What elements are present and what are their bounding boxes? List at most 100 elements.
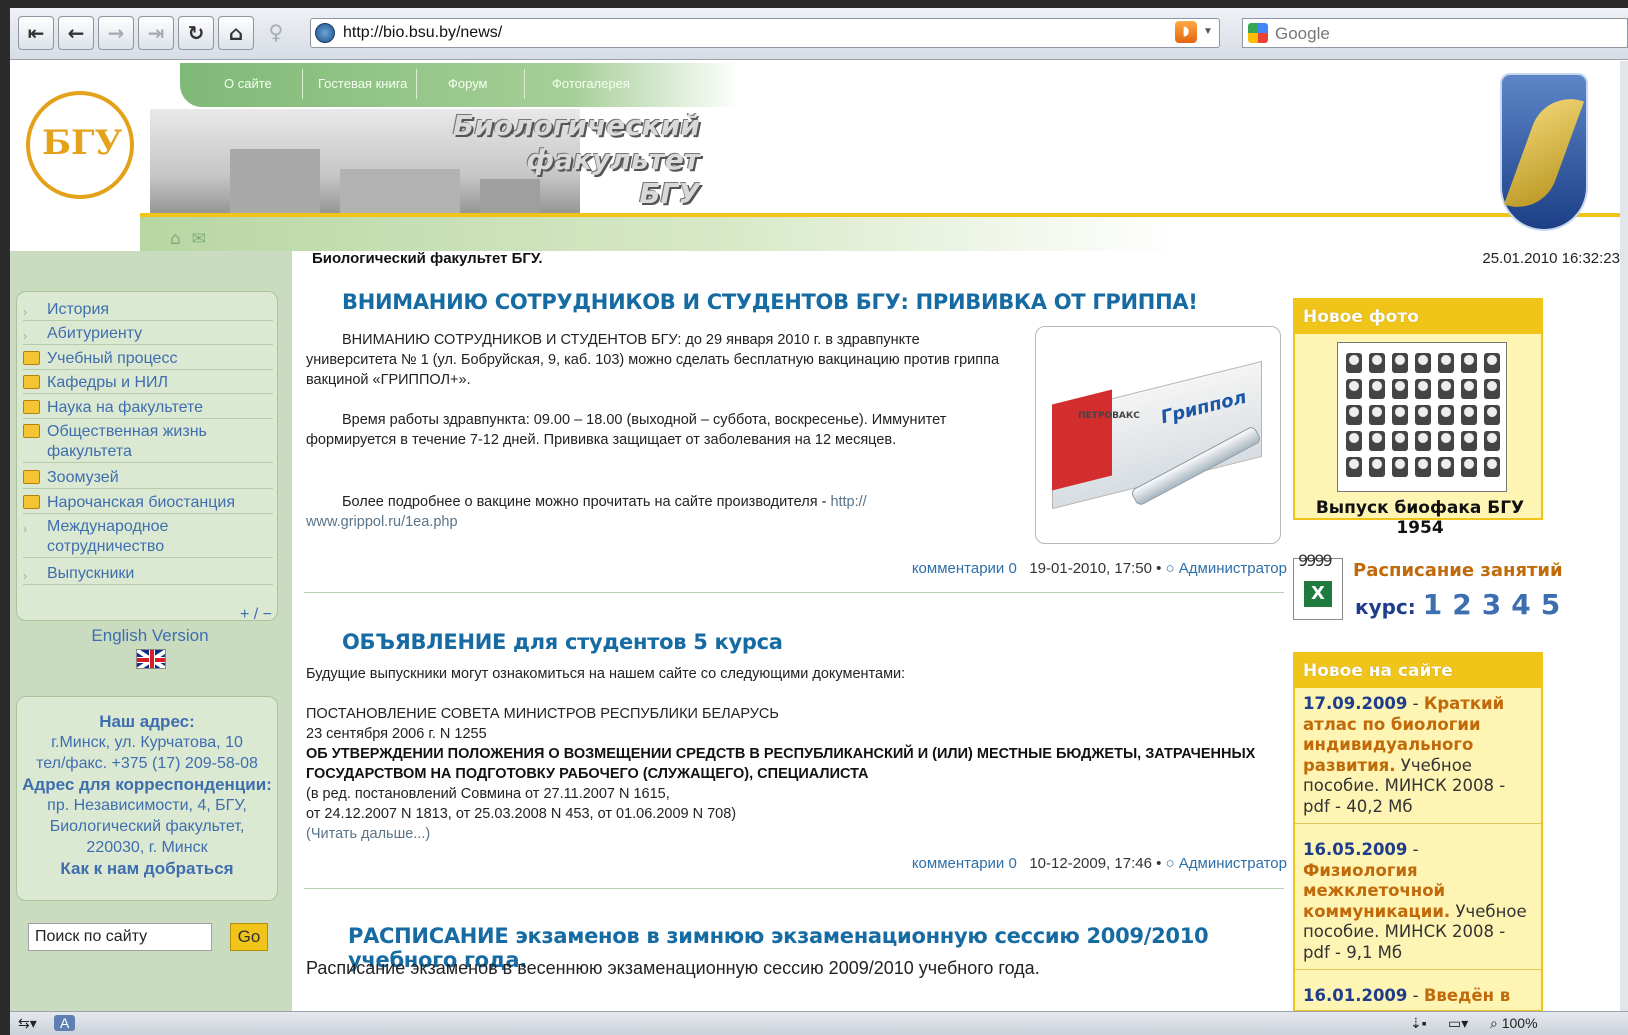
schedule-courses: курс: 12345: [1355, 588, 1570, 621]
folder-icon: [23, 495, 40, 509]
news-item[interactable]: 16.01.2009 - Введён в: [1295, 980, 1541, 1010]
arrow-icon: ›: [23, 522, 27, 536]
font-size-toggle[interactable]: + / −: [240, 606, 272, 624]
menu-item-social[interactable]: Общественная жизнь факультета: [23, 422, 273, 463]
arrow-icon: ›: [23, 329, 27, 343]
folder-icon: [23, 375, 40, 389]
new-photo-box: Новое фото Выпуск биофака БГУ 1954: [1293, 298, 1543, 538]
browser-toolbar: ⇤ ← → ⇥ ↻ ⌂ ♀ http://bio.bsu.by/news/ ◗ …: [10, 8, 1628, 60]
url-dropdown-icon[interactable]: ▼: [1200, 21, 1216, 43]
article-title[interactable]: ВНИМАНИЮ СОТРУДНИКОВ И СТУДЕНТОВ БГУ: ПР…: [342, 290, 1198, 314]
addon-icon[interactable]: ⇆▾: [18, 1015, 37, 1032]
english-version-link[interactable]: English Version: [10, 626, 290, 646]
article-paragraph: Время работы здравпункта: 09.00 – 18.00 …: [306, 412, 947, 448]
menu-item-alumni[interactable]: › Выпускники: [23, 564, 273, 585]
schedule-title[interactable]: Расписание занятий: [1353, 560, 1563, 581]
article-intro: Расписание экзаменов в весеннюю экзамена…: [306, 958, 1040, 978]
menu-item-history[interactable]: › История: [23, 300, 273, 321]
course-2-link[interactable]: 2: [1452, 588, 1471, 621]
search-go-button[interactable]: Go: [230, 923, 268, 951]
nav-forum[interactable]: Форум: [448, 76, 488, 91]
rss-icon[interactable]: ◗: [1175, 21, 1197, 43]
vaccine-image: Гриппол ПЕТРОВАКС: [1035, 326, 1281, 544]
page-style-icon[interactable]: ▭▾: [1448, 1015, 1468, 1032]
title-line-2: факультет: [526, 143, 700, 176]
top-nav: О сайте Гостевая книга Форум Фотогалерея: [180, 63, 740, 107]
route-link[interactable]: Как к нам добраться: [17, 858, 277, 879]
nav-guestbook[interactable]: Гостевая книга: [318, 76, 407, 91]
article-date: 19-01-2010, 17:50: [1029, 560, 1152, 577]
site-name: Биологический факультет БГУ.: [312, 250, 543, 267]
uk-flag-icon[interactable]: [136, 649, 166, 669]
comments-link[interactable]: комментарии 0: [912, 560, 1017, 577]
article-paragraph: ВНИМАНИЮ СОТРУДНИКОВ И СТУДЕНТОВ БГУ: до…: [306, 332, 1000, 388]
mail-icon[interactable]: ✉: [192, 229, 206, 249]
first-page-icon[interactable]: ⇤: [18, 16, 54, 50]
address-box: Наш адрес: г.Минск, ул. Курчатова, 10 те…: [16, 696, 278, 901]
logo-text: БГУ: [41, 123, 123, 163]
article-paragraph: Более подробнее о вакцине можно прочитат…: [306, 492, 1026, 532]
site-search-input[interactable]: Поиск по сайту: [28, 923, 212, 951]
author-link[interactable]: ○ Администратор: [1166, 855, 1287, 872]
photo-caption[interactable]: Выпуск биофака БГУ 1954: [1295, 498, 1545, 538]
search-bar[interactable]: Google: [1242, 18, 1628, 48]
zoom-control[interactable]: ⌕ 100%: [1490, 1015, 1538, 1032]
folder-icon: [23, 351, 40, 365]
course-4-link[interactable]: 4: [1511, 588, 1530, 621]
menu-item-naroch[interactable]: Нарочанская биостанция: [23, 493, 273, 514]
title-line-3: БГУ: [639, 177, 700, 210]
menu-item-study[interactable]: Учебный процесс: [23, 349, 273, 370]
course-5-link[interactable]: 5: [1541, 588, 1560, 621]
arrow-icon: ›: [23, 569, 27, 583]
arrow-icon: ›: [23, 305, 27, 319]
article-date: 10-12-2009, 17:46: [1029, 855, 1152, 872]
excel-calendar-icon[interactable]: 9999 X: [1293, 551, 1343, 620]
download-icon[interactable]: ⇣▪: [1410, 1015, 1427, 1032]
article-divider: [304, 888, 1284, 889]
page-scrollbar[interactable]: [1620, 61, 1628, 1011]
news-item[interactable]: 16.05.2009 - Физиология межклеточной ком…: [1295, 834, 1541, 970]
nav-gallery[interactable]: Фотогалерея: [552, 76, 630, 91]
new-on-site-title: Новое на сайте: [1295, 654, 1541, 688]
article-intro: Будущие выпускники могут ознакомиться на…: [306, 666, 906, 682]
status-bar: ⇆▾ A ⇣▪ ▭▾ ⌕ 100%: [10, 1011, 1628, 1035]
article-title[interactable]: ОБЪЯВЛЕНИЕ для студентов 5 курса: [342, 630, 783, 654]
graduation-photo[interactable]: [1337, 342, 1507, 492]
reload-icon[interactable]: ↻: [178, 16, 214, 50]
title-line-1: Биологический: [452, 109, 700, 142]
search-placeholder: Google: [1275, 24, 1330, 43]
menu-item-international[interactable]: › Международное сотрудничество: [23, 517, 273, 558]
site-title: Биологический факультет БГУ: [410, 109, 700, 211]
menu-item-science[interactable]: Наука на факультете: [23, 398, 273, 419]
url-text: http://bio.bsu.by/news/: [343, 24, 503, 41]
home-icon[interactable]: ⌂: [218, 16, 254, 50]
read-more-link[interactable]: (Читать дальше...): [306, 824, 1266, 844]
site-favicon-icon: [315, 23, 335, 43]
menu-item-departments[interactable]: Кафедры и НИЛ: [23, 373, 273, 394]
correspondence-line: пр. Независимости, 4, БГУ,: [47, 797, 247, 814]
logo-area: БГУ: [14, 67, 140, 237]
comments-link[interactable]: комментарии 0: [912, 855, 1017, 872]
forward-icon[interactable]: →: [98, 16, 134, 50]
news-item[interactable]: 17.09.2009 - Краткий атлас по биологии и…: [1295, 688, 1541, 824]
course-1-link[interactable]: 1: [1423, 588, 1442, 621]
article-body: ПОСТАНОВЛЕНИЕ СОВЕТА МИНИСТРОВ РЕСПУБЛИК…: [306, 704, 1266, 844]
menu-item-zoomuseum[interactable]: Зоомузей: [23, 468, 273, 489]
article-meta: комментарии 0 10-12-2009, 17:46 • ○ Адми…: [911, 855, 1287, 872]
back-icon[interactable]: ←: [58, 16, 94, 50]
menu-item-applicants[interactable]: › Абитуриенту: [23, 324, 273, 345]
left-sidebar: › История › Абитуриенту Учебный процесс Ка…: [10, 251, 292, 1011]
vaccine-link[interactable]: http://: [830, 494, 866, 510]
author-link[interactable]: ○ Администратор: [1166, 560, 1287, 577]
nav-about[interactable]: О сайте: [224, 76, 272, 91]
vaccine-link[interactable]: www.grippol.ru/1ea.php: [306, 512, 1026, 532]
faculty-logo[interactable]: БГУ: [26, 91, 134, 199]
language-indicator[interactable]: A: [54, 1015, 76, 1031]
article-divider: [304, 592, 1284, 593]
home-icon[interactable]: ⌂: [170, 229, 181, 249]
bookmark-icon[interactable]: ♀: [258, 16, 294, 50]
course-3-link[interactable]: 3: [1482, 588, 1501, 621]
address-bar[interactable]: http://bio.bsu.by/news/: [310, 18, 1220, 48]
last-page-icon[interactable]: ⇥: [138, 16, 174, 50]
browser-window: ⇤ ← → ⇥ ↻ ⌂ ♀ http://bio.bsu.by/news/ ◗ …: [10, 8, 1628, 1035]
